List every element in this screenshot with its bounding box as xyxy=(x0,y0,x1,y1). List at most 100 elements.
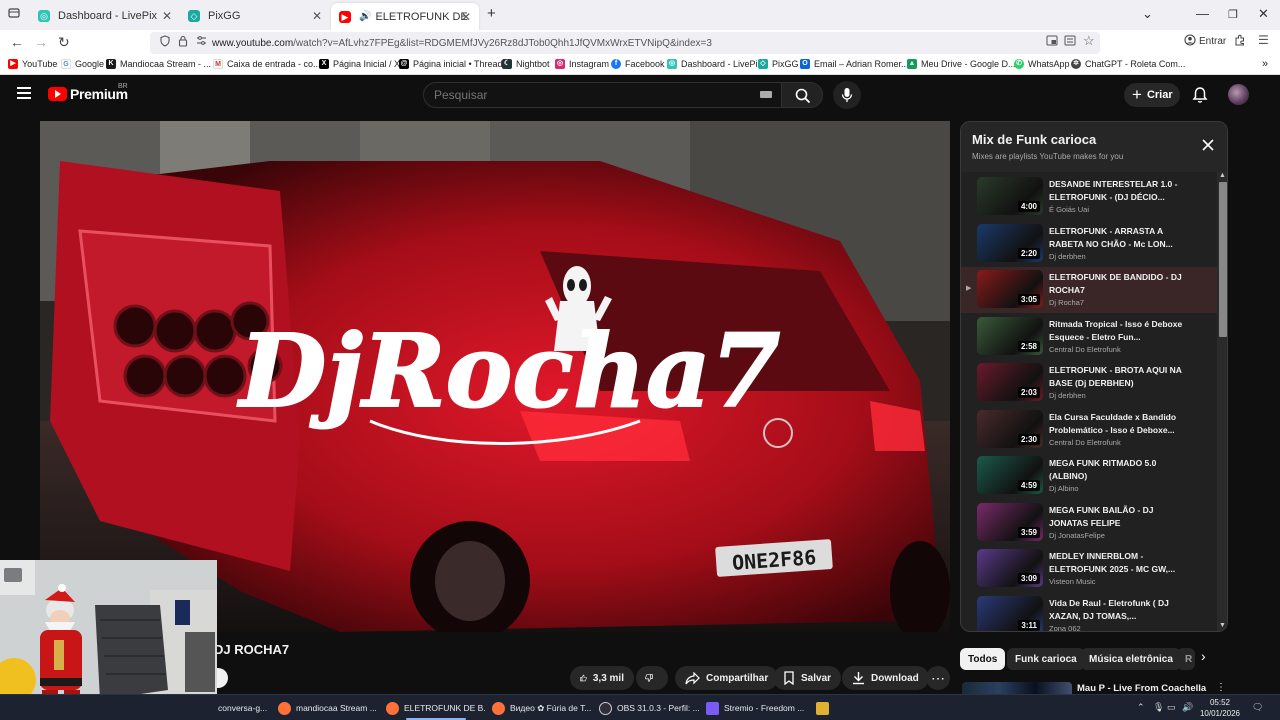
playlist-item[interactable]: 4:00 DESANDE INTERESTELAR 1.0 - ELETROFUN… xyxy=(961,174,1217,220)
playlist-item-channel[interactable]: Dj Albino xyxy=(1049,484,1079,493)
playlist-item-channel[interactable]: Dj Rocha7 xyxy=(1049,298,1084,307)
bookmark-gmail[interactable]: M Caixa de entrada - co... xyxy=(213,59,321,69)
playlist-item[interactable]: ▶ 3:05 ELETROFUNK DE BANDIDO - DJ ROCHA7 Dj… xyxy=(961,267,1217,313)
extensions-icon[interactable] xyxy=(1234,34,1246,49)
bookmark-email[interactable]: O Email – Adrian Romer... xyxy=(800,59,909,69)
playlist-item-title[interactable]: DESANDE INTERESTELAR 1.0 - ELETROFUNK - … xyxy=(1049,178,1183,204)
notifications-icon[interactable]: 🗨 xyxy=(1252,702,1263,713)
playlist-item-channel[interactable]: Central Do Eletrofunk xyxy=(1049,438,1121,447)
download-button[interactable]: Download xyxy=(842,666,929,690)
taskbar-item-eletrofunk[interactable]: ELETROFUNK DE B... xyxy=(386,695,486,720)
bookmark-drive[interactable]: ▲ Meu Drive - Google D... xyxy=(907,59,1016,69)
playlist-thumbnail[interactable]: 3:59 xyxy=(977,502,1043,541)
back-button[interactable]: ← xyxy=(10,34,24,50)
share-button[interactable]: Compartilhar xyxy=(675,666,779,690)
save-button[interactable]: Salvar xyxy=(773,666,842,690)
url-bar[interactable]: www.youtube.com/watch?v=AfLvhz7FPEg&list… xyxy=(150,32,1100,54)
reader-view-icon[interactable] xyxy=(1064,35,1076,49)
signin-button[interactable]: Entrar xyxy=(1199,36,1226,47)
playlist-item-channel[interactable]: Dj derbhen xyxy=(1049,391,1086,400)
taskbar-item-app[interactable] xyxy=(816,695,832,720)
playlist-item-title[interactable]: MEGA FUNK RITMADO 5.0 (ALBINO) xyxy=(1049,457,1183,483)
tab-livepix[interactable]: ◎ Dashboard - LivePix ✕ xyxy=(30,4,180,28)
playlist-item[interactable]: 3:11 Vida De Raul - Eletrofunk ( DJ XAZAN… xyxy=(961,593,1217,632)
forward-button[interactable]: → xyxy=(34,34,48,50)
search-input[interactable] xyxy=(434,88,734,102)
close-tab-icon[interactable]: ✕ xyxy=(461,10,471,24)
taskbar-item-mandiocaa[interactable]: mandiocaa Stream ... xyxy=(278,695,378,720)
bookmark-youtube[interactable]: ▶ YouTube xyxy=(8,59,57,69)
bookmark-threads[interactable]: @ Página inicial • Threads xyxy=(399,59,507,69)
bookmark-star-icon[interactable]: ☆ xyxy=(1083,33,1095,49)
playlist-item-title[interactable]: ELETROFUNK DE BANDIDO - DJ ROCHA7 xyxy=(1049,271,1183,297)
taskbar-item-obs[interactable]: OBS 31.0.3 - Perfil: ... xyxy=(599,695,699,720)
tab-youtube-video[interactable]: ▶ 🔊 ELETROFUNK DE BANDIDO ✕ xyxy=(331,3,479,30)
picture-in-picture-icon[interactable] xyxy=(1046,35,1058,49)
playlist-thumbnail[interactable]: 2:20 xyxy=(977,223,1043,262)
playlist-thumbnail[interactable]: 4:00 xyxy=(977,177,1043,215)
bookmark-pixgg[interactable]: ◇ PixGG xyxy=(758,59,799,69)
playlist-item[interactable]: 3:09 MEDLEY INNERBLOM - ELETROFUNK 2025 -… xyxy=(961,546,1217,592)
restore-button[interactable]: ❐ xyxy=(1228,8,1238,21)
next-video-thumbnail[interactable] xyxy=(962,682,1072,694)
close-tab-icon[interactable]: ✕ xyxy=(162,9,172,23)
tray-chevron-up-icon[interactable]: ⌃ xyxy=(1137,702,1145,713)
playlist-item[interactable]: 4:59 MEGA FUNK RITMADO 5.0 (ALBINO) Dj Alb… xyxy=(961,453,1217,499)
bookmark-chatgpt[interactable]: ✲ ChatGPT - Roleta Com... xyxy=(1071,59,1185,69)
volume-icon[interactable]: 🔊 xyxy=(1182,702,1193,713)
chevron-right-icon[interactable]: › xyxy=(1201,648,1206,664)
keyboard-icon[interactable] xyxy=(760,91,772,98)
video-player[interactable]: ONE2F86 DjRocha7 xyxy=(40,121,950,632)
playlist-item-title[interactable]: Ritmada Tropical - Isso é Deboxe Esquece… xyxy=(1049,318,1183,344)
network-icon[interactable]: ▭ xyxy=(1167,702,1176,713)
tab-pixgg[interactable]: ◇ PixGG ✕ xyxy=(180,4,330,28)
voice-search-button[interactable] xyxy=(833,81,861,109)
playlist-item-title[interactable]: Ela Cursa Faculdade x Bandido Problemáti… xyxy=(1049,411,1183,437)
playlist-thumbnail[interactable]: 3:11 xyxy=(977,595,1043,631)
playlist-item[interactable]: 3:59 MEGA FUNK BAILÃO - DJ JONATAS FELIPE… xyxy=(961,500,1217,546)
bookmark-facebook[interactable]: f Facebook xyxy=(611,59,665,69)
chip-musica-eletronica[interactable]: Música eletrônica xyxy=(1081,648,1181,670)
page-settings-icon[interactable] xyxy=(196,35,207,49)
create-button[interactable]: + Criar xyxy=(1124,83,1180,107)
clock[interactable]: 05:52 10/01/2026 xyxy=(1198,697,1242,719)
bookmark-google[interactable]: G Google xyxy=(61,59,104,69)
playlist-item[interactable]: 2:30 Ela Cursa Faculdade x Bandido Proble… xyxy=(961,407,1217,453)
playlist-thumbnail[interactable]: 3:09 xyxy=(977,549,1043,587)
scroll-down-icon[interactable]: ▼ xyxy=(1219,622,1226,629)
playlist-item-channel[interactable]: Dj JonatasFelipe xyxy=(1049,531,1105,540)
youtube-logo-icon[interactable] xyxy=(48,87,67,101)
search-button[interactable] xyxy=(781,82,823,108)
playlist-item-title[interactable]: Vida De Raul - Eletrofunk ( DJ XAZAN, DJ… xyxy=(1049,597,1183,623)
bookmark-whatsapp[interactable]: ✆ WhatsApp xyxy=(1014,59,1070,69)
bookmark-instagram[interactable]: ◎ Instagram xyxy=(555,59,609,69)
bookmark-mandiocaa[interactable]: K Mandiocaa Stream - ... xyxy=(106,59,211,69)
tab-list-chevron-icon[interactable]: ⌄ xyxy=(1142,6,1153,22)
playlist-thumbnail[interactable]: 3:05 xyxy=(977,270,1043,308)
reload-button[interactable]: ↻ xyxy=(58,34,70,51)
tracking-shield-icon[interactable] xyxy=(160,35,170,50)
avatar[interactable] xyxy=(1228,84,1249,105)
playlist-scrollbar[interactable]: ▲ ▼ xyxy=(1217,172,1227,631)
new-tab-button[interactable]: + xyxy=(487,5,496,22)
taskbar-item-stremio[interactable]: Stremio - Freedom ... xyxy=(706,695,806,720)
close-tab-icon[interactable]: ✕ xyxy=(312,9,322,23)
next-video-title[interactable]: Mau P - Live From Coachella xyxy=(1077,683,1206,694)
more-bookmarks-icon[interactable]: » xyxy=(1262,58,1268,70)
scrollbar-thumb[interactable] xyxy=(1219,182,1227,337)
playlist-item[interactable]: 2:03 ELETROFUNK - BROTA AQUI NA BASE (Dj … xyxy=(961,360,1217,406)
playlist-item[interactable]: 2:58 Ritmada Tropical - Isso é Deboxe Esq… xyxy=(961,314,1217,360)
speaker-icon[interactable]: 🔊 xyxy=(359,11,371,22)
playlist-item-channel[interactable]: É Goiás Uai xyxy=(1049,205,1089,214)
playlist-thumbnail[interactable]: 2:03 xyxy=(977,363,1043,401)
close-playlist-icon[interactable] xyxy=(1201,138,1215,152)
playlist-item-channel[interactable]: Zona 062 xyxy=(1049,624,1081,632)
bookmark-nightbot[interactable]: ☾ Nightbot xyxy=(502,59,550,69)
account-icon[interactable] xyxy=(1184,34,1196,49)
more-vertical-icon[interactable]: ⋮ xyxy=(1216,682,1226,693)
chip-partial[interactable]: R xyxy=(1177,648,1195,670)
playlist-item-channel[interactable]: Dj derbhen xyxy=(1049,252,1086,261)
playlist-title[interactable]: Mix de Funk carioca xyxy=(972,132,1096,147)
playlist-thumbnail[interactable]: 2:30 xyxy=(977,409,1043,448)
close-window-button[interactable]: ✕ xyxy=(1258,6,1269,22)
